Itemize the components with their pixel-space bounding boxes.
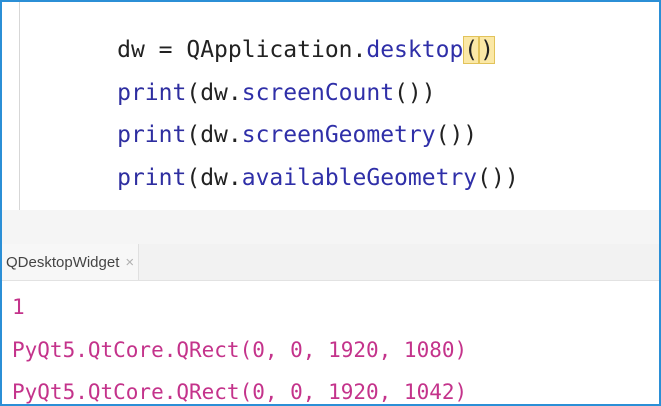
code-line-3[interactable]: print(dw.screenGeometry()) [34, 90, 477, 148]
bracket-match-open: ( [463, 36, 480, 64]
code-token: print [117, 165, 187, 191]
bracket-match-close: ) [479, 36, 496, 64]
console-output[interactable]: 1 PyQt5.QtCore.QRect(0, 0, 1920, 1080) P… [2, 281, 659, 404]
code-line-2[interactable]: print(dw.screenCount()) [34, 48, 436, 106]
tab-qdesktopwidget[interactable]: QDesktopWidget × [2, 244, 140, 280]
output-line: 1 [12, 295, 25, 319]
output-line: PyQt5.QtCore.QRect(0, 0, 1920, 1080) [12, 338, 468, 362]
panel-divider [2, 210, 659, 244]
output-line: PyQt5.QtCore.QRect(0, 0, 1920, 1042) [12, 380, 468, 404]
code-editor[interactable]: dw = QApplication.desktop() print(dw.scr… [2, 2, 659, 211]
code-token: (dw. [186, 165, 242, 191]
close-icon[interactable]: × [125, 254, 134, 271]
code-token: availableGeometry [241, 165, 478, 191]
tab-label: QDesktopWidget [6, 253, 120, 271]
code-token: ()) [477, 165, 519, 191]
code-line-4[interactable]: print(dw.availableGeometry()) [34, 133, 519, 191]
ide-window: dw = QApplication.desktop() print(dw.scr… [0, 0, 661, 406]
console-tab-bar: QDesktopWidget × [2, 244, 659, 281]
gutter-divider [19, 2, 20, 210]
code-line-1[interactable]: dw = QApplication.desktop() [34, 5, 496, 64]
